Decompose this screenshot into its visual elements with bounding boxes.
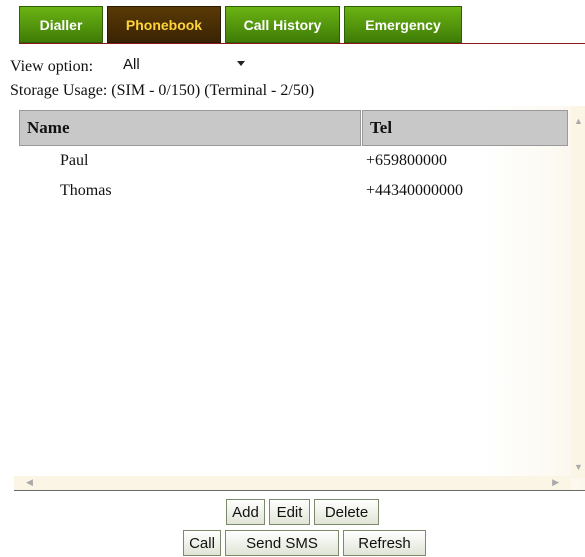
tab-dialler[interactable]: Dialler	[19, 6, 103, 43]
horizontal-scrollbar[interactable]: ◀ ▶	[14, 476, 571, 490]
contact-tel: +44340000000	[366, 182, 464, 199]
call-button[interactable]: Call	[183, 530, 221, 556]
add-button[interactable]: Add	[226, 499, 265, 525]
send-sms-button[interactable]: Send SMS	[225, 530, 339, 556]
view-option-label: View option:	[10, 58, 94, 75]
storage-usage: Storage Usage: (SIM - 0/150) (Terminal -…	[10, 82, 315, 99]
column-header-tel[interactable]: Tel	[362, 110, 568, 146]
table-row[interactable]: Thomas +44340000000	[14, 182, 571, 210]
column-header-name[interactable]: Name	[19, 110, 361, 146]
tab-emergency[interactable]: Emergency	[344, 6, 462, 43]
table-row[interactable]: Paul +659800000	[14, 152, 571, 180]
chevron-down-icon	[237, 61, 245, 66]
contact-name: Thomas	[60, 182, 112, 199]
view-option-select[interactable]: All	[118, 52, 252, 78]
edit-button[interactable]: Edit	[269, 499, 310, 525]
view-option-value: All	[123, 56, 140, 73]
contact-tel: +659800000	[366, 152, 448, 169]
tab-phonebook[interactable]: Phonebook	[107, 6, 221, 43]
scroll-right-icon[interactable]: ▶	[552, 477, 559, 488]
scroll-up-icon[interactable]: ▲	[574, 116, 583, 126]
contact-name: Paul	[60, 152, 89, 169]
tab-call-history[interactable]: Call History	[225, 6, 340, 43]
scroll-down-icon[interactable]: ▼	[574, 462, 583, 472]
tab-divider	[19, 43, 585, 44]
tab-bar: Dialler Phonebook Call History Emergency	[19, 6, 466, 43]
vertical-scrollbar[interactable]: ▲ ▼	[571, 106, 585, 478]
refresh-button[interactable]: Refresh	[343, 530, 426, 556]
delete-button[interactable]: Delete	[314, 499, 379, 525]
phonebook-table: Name Tel Paul +659800000 Thomas +4434000…	[14, 106, 585, 491]
scroll-left-icon[interactable]: ◀	[26, 477, 33, 488]
